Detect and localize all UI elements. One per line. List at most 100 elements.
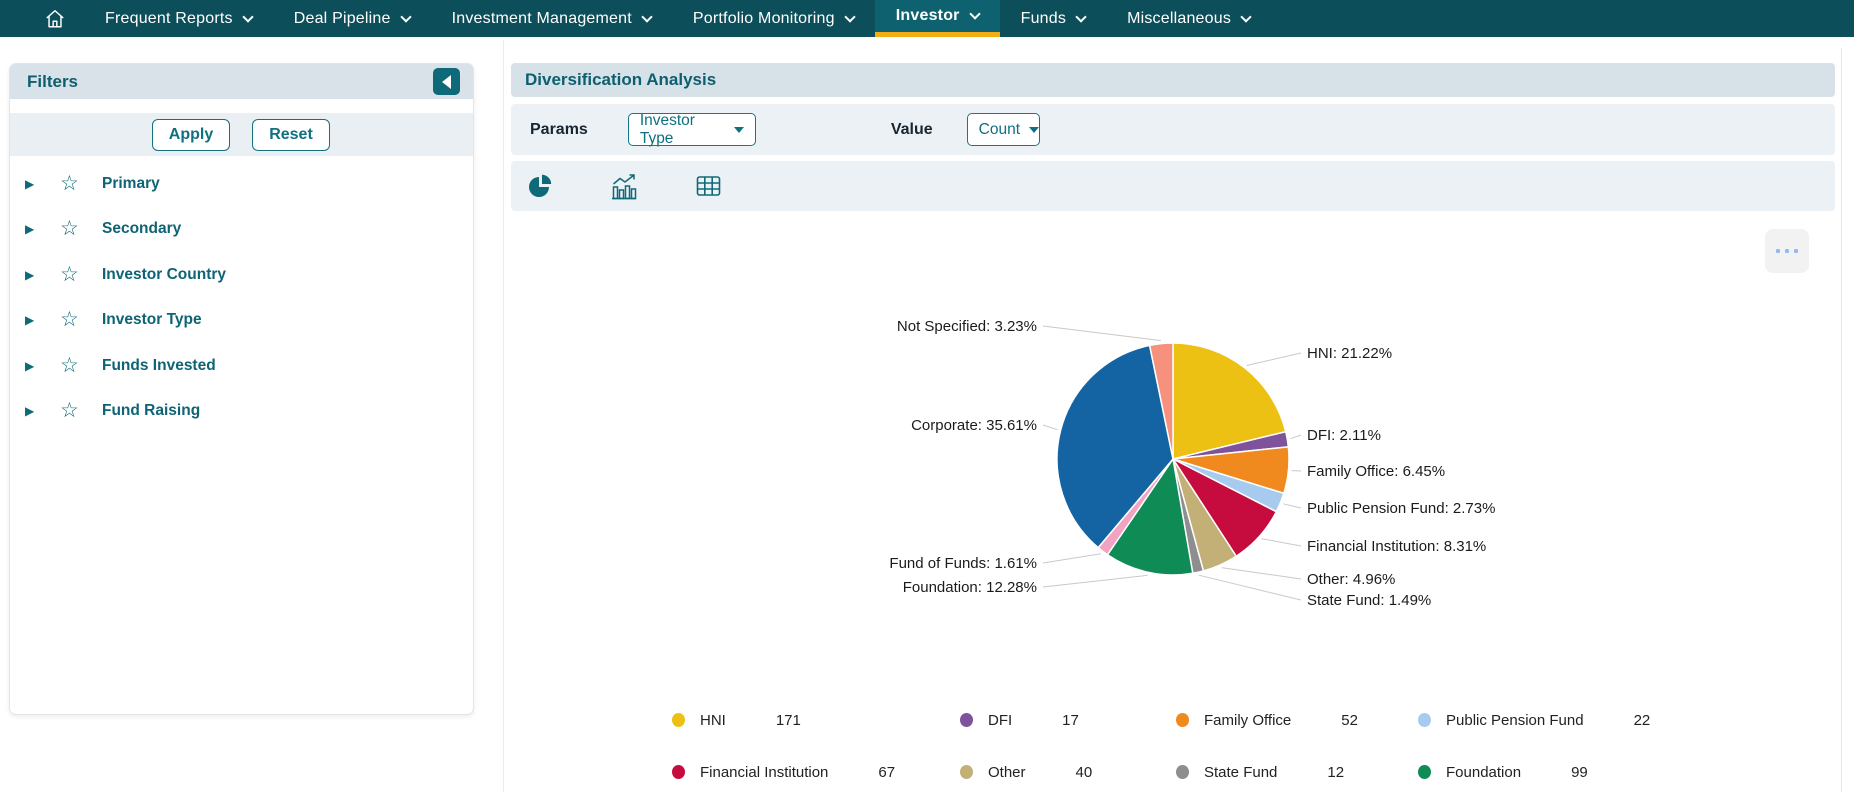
page-title: Diversification Analysis [525,70,717,89]
pie-leader-line [1283,503,1302,509]
filters-title: Filters [27,71,79,91]
table-view-button[interactable] [696,174,721,198]
chevron-down-icon [1240,10,1252,23]
nav-item-label: Miscellaneous [1127,9,1232,27]
value-dropdown[interactable]: Count [966,113,1040,146]
legend-count: 52 [1341,711,1358,729]
star-icon[interactable]: ☆ [60,400,92,421]
legend-count: 99 [1571,763,1588,781]
legend-item-hni[interactable]: HNI 171 [672,710,801,730]
value-dropdown-value: Count [978,120,1021,138]
filter-item-primary[interactable]: ▶ ☆ Primary [10,171,473,197]
star-icon[interactable]: ☆ [60,264,92,285]
collapse-panel-button[interactable] [433,68,460,95]
scrollbar-track[interactable] [1841,48,1842,792]
nav-item-deal-pipeline[interactable]: Deal Pipeline [273,0,431,37]
legend-item-financial-institution[interactable]: Financial Institution 67 [672,762,895,782]
nav-item-funds[interactable]: Funds [1000,0,1106,37]
reset-button[interactable]: Reset [252,118,330,151]
filter-item-label: Secondary [102,220,182,237]
pie-slice-label: State Fund: 1.49% [1307,592,1431,609]
bar-chart-icon [612,173,637,199]
legend-label: Public Pension Fund [1446,711,1584,729]
expand-caret-icon[interactable]: ▶ [25,404,43,418]
legend-swatch [1418,713,1431,727]
legend-label: Other [988,763,1026,781]
star-icon[interactable]: ☆ [60,309,92,330]
nav-item-label: Frequent Reports [105,9,233,27]
star-icon[interactable]: ☆ [60,218,92,239]
filter-item-label: Investor Country [102,266,227,283]
filter-item-label: Fund Raising [102,402,201,419]
home-button[interactable] [26,0,84,37]
pie-slice-label: HNI: 21.22% [1307,345,1392,362]
apply-button[interactable]: Apply [152,118,230,151]
legend-swatch [672,765,685,779]
filters-panel: Filters Apply Reset ▶ ☆ Primary ▶ ☆ Seco… [9,63,474,715]
collapse-left-icon [442,74,451,89]
expand-caret-icon[interactable]: ▶ [25,177,43,191]
params-row: Params Investor Type Value Count [511,104,1835,155]
dropdown-arrow-icon [733,126,744,133]
legend-count: 17 [1062,711,1079,729]
legend-count: 12 [1327,763,1345,781]
legend-label: State Fund [1204,763,1278,781]
filter-item-secondary[interactable]: ▶ ☆ Secondary [10,216,473,242]
ellipsis-icon [1794,249,1798,253]
chevron-down-icon [844,10,856,23]
expand-caret-icon[interactable]: ▶ [25,222,43,236]
pie-leader-line [1290,434,1302,440]
legend-label: Financial Institution [700,763,829,781]
pie-slice-label: Other: 4.96% [1307,571,1395,588]
nav-item-label: Investment Management [451,9,632,27]
params-dropdown[interactable]: Investor Type [627,112,756,147]
pie-slice-label: Public Pension Fund: 2.73% [1307,500,1495,517]
top-nav: Frequent Reports Deal Pipeline Investmen… [0,0,1854,37]
filter-item-investor-type[interactable]: ▶ ☆ Investor Type [10,307,473,333]
legend-item-foundation[interactable]: Foundation 99 [1418,762,1588,782]
chevron-down-icon [242,10,254,23]
chart-view-toolbar [511,161,1835,211]
filter-item-investor-country[interactable]: ▶ ☆ Investor Country [10,262,473,288]
ellipsis-icon [1776,249,1780,253]
pie-leader-line [1261,538,1302,547]
pie-slice-label: Financial Institution: 8.31% [1307,538,1486,555]
legend-item-state-fund[interactable]: State Fund 12 [1176,762,1344,782]
nav-item-frequent-reports[interactable]: Frequent Reports [84,0,273,37]
bar-chart-view-button[interactable] [610,173,638,200]
filter-item-label: Investor Type [102,311,202,328]
legend-label: HNI [700,711,726,729]
chart-context-menu-button[interactable] [1765,229,1809,273]
star-icon[interactable]: ☆ [60,173,92,194]
nav-item-portfolio-monitoring[interactable]: Portfolio Monitoring [672,0,875,37]
expand-caret-icon[interactable]: ▶ [25,359,43,373]
chevron-down-icon [399,10,412,23]
filters-header: Filters [10,64,473,99]
legend-label: DFI [988,711,1013,729]
nav-item-investor[interactable]: Investor [874,0,1000,37]
filter-item-funds-invested[interactable]: ▶ ☆ Funds Invested [10,353,473,379]
legend-item-public-pension-fund[interactable]: Public Pension Fund 22 [1418,710,1650,730]
legend-swatch [672,713,685,727]
legend-item-dfi[interactable]: DFI 17 [960,710,1079,730]
star-icon[interactable]: ☆ [60,355,92,376]
report-header: Diversification Analysis [511,63,1835,97]
pie-chart-view-button[interactable] [528,174,553,199]
nav-item-investment-management[interactable]: Investment Management [431,0,672,37]
expand-caret-icon[interactable]: ▶ [25,268,43,282]
pie-slice-label: DFI: 2.11% [1307,427,1381,444]
table-icon [696,176,721,196]
filter-actions-row: Apply Reset [10,113,473,156]
chevron-down-icon [1075,10,1087,23]
pie-leader-line [1221,567,1302,580]
nav-item-miscellaneous[interactable]: Miscellaneous [1106,0,1271,37]
nav-item-label: Deal Pipeline [293,9,391,27]
pie-slice-label: Not Specified: 3.23% [897,318,1037,335]
legend-item-family-office[interactable]: Family Office 52 [1176,710,1358,730]
legend-count: 40 [1075,763,1093,781]
expand-caret-icon[interactable]: ▶ [25,313,43,327]
filter-item-fund-raising[interactable]: ▶ ☆ Fund Raising [10,398,473,424]
legend-item-other[interactable]: Other 40 [960,762,1092,782]
value-label: Value [890,120,933,138]
pie-slice-label: Fund of Funds: 1.61% [889,555,1037,572]
